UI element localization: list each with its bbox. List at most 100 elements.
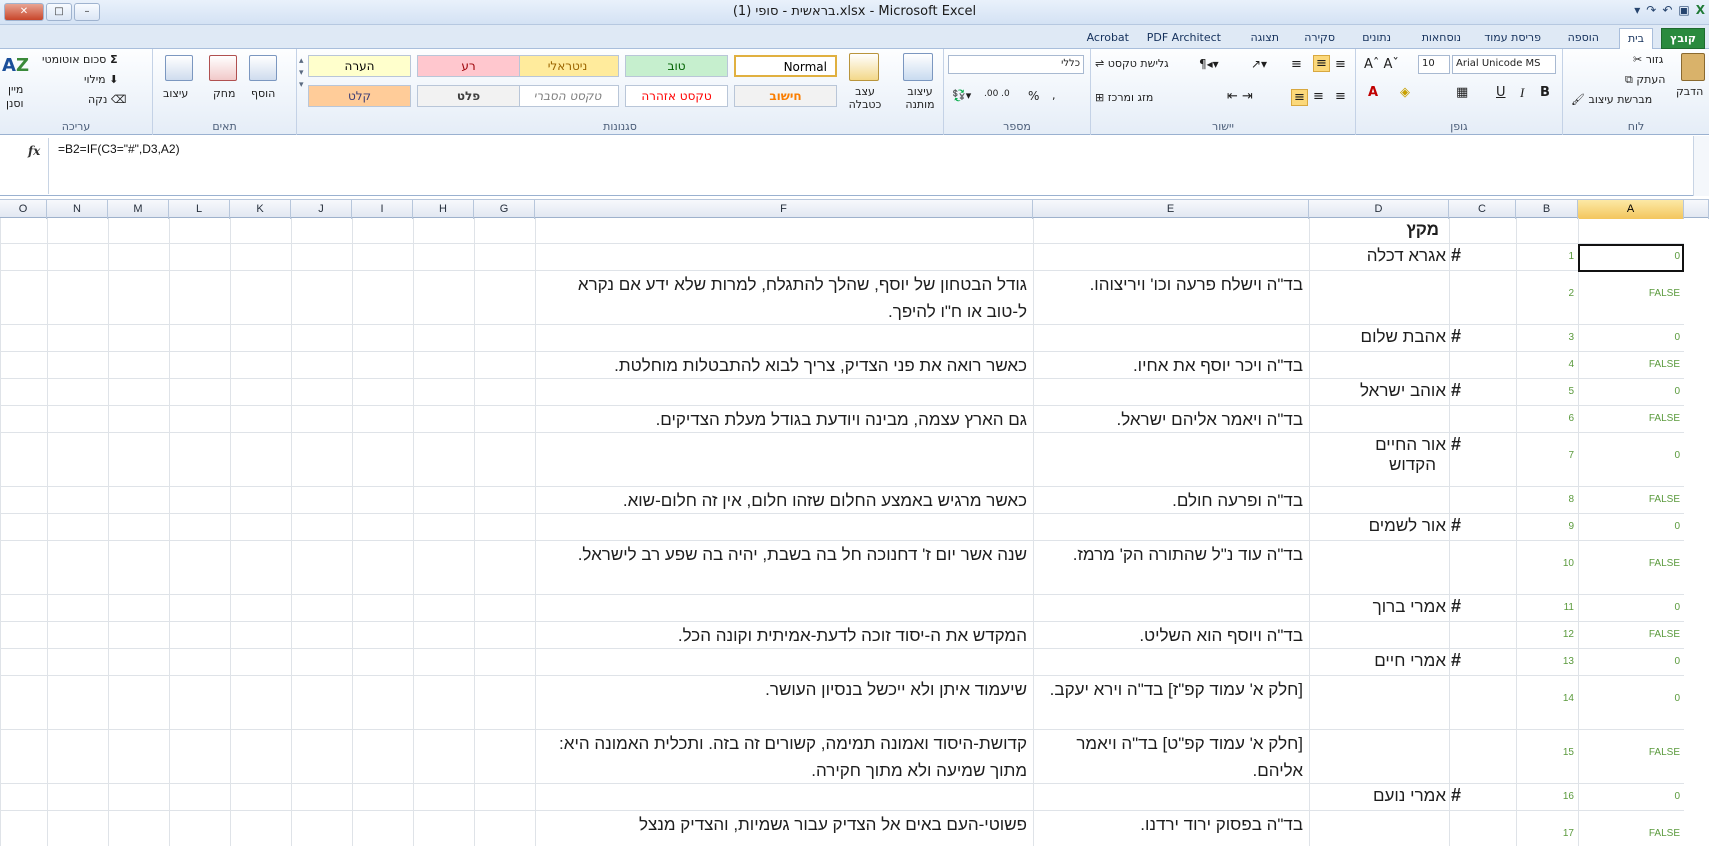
cell-style-7[interactable]: טקסט אזהרה xyxy=(625,85,728,107)
cell-style-5[interactable]: הערה xyxy=(308,55,411,77)
cell-d1[interactable]: מקץ xyxy=(1309,218,1449,243)
cell-c6[interactable]: # xyxy=(1449,379,1516,405)
cell-b11[interactable]: 10 xyxy=(1516,541,1578,594)
redo-icon[interactable]: ↷ xyxy=(1646,3,1656,17)
tab-view[interactable]: תצוגה xyxy=(1243,28,1287,49)
comma-icon[interactable]: , xyxy=(1052,89,1056,102)
wrap-text-button[interactable]: ⇌ גלישת טקסט xyxy=(1095,57,1169,70)
cell-a4[interactable]: 0 xyxy=(1578,325,1684,351)
cell-c4[interactable]: # xyxy=(1449,325,1516,351)
cell-a3[interactable]: FALSE xyxy=(1578,271,1684,324)
cell-b6[interactable]: 5 xyxy=(1516,379,1578,405)
cell-a9[interactable]: FALSE xyxy=(1578,487,1684,513)
format-as-table-button[interactable]: עצב כטבלה xyxy=(845,85,885,111)
cell-e3[interactable]: בד"ה וישלח פרעה וכו' ויריצוהו. xyxy=(1033,271,1309,324)
sort-filter-icon[interactable]: AZ xyxy=(2,55,29,76)
tab-home[interactable]: בית xyxy=(1618,28,1653,49)
align-left-icon[interactable]: ≡ xyxy=(1335,89,1346,104)
insert-button[interactable]: הוסף xyxy=(251,87,275,100)
percent-button[interactable]: % xyxy=(1028,89,1039,103)
cell-b2[interactable]: 1 xyxy=(1516,244,1578,270)
cell-b4[interactable]: 3 xyxy=(1516,325,1578,351)
align-right-icon[interactable]: ≡ xyxy=(1291,89,1308,106)
fill-button[interactable]: מילוי ⬇ xyxy=(84,73,118,86)
cut-button[interactable]: ✂ גזור xyxy=(1633,53,1663,66)
column-header-j[interactable]: J xyxy=(291,200,352,219)
delete-button[interactable]: מחק xyxy=(213,87,235,100)
column-header-m[interactable]: M xyxy=(108,200,169,219)
cell-c17[interactable]: # xyxy=(1449,784,1516,810)
cell-a17[interactable]: 0 xyxy=(1578,784,1684,810)
cell-b9[interactable]: 8 xyxy=(1516,487,1578,513)
cell-b10[interactable]: 9 xyxy=(1516,514,1578,540)
column-header-h[interactable]: H xyxy=(413,200,474,219)
column-header-b[interactable]: B xyxy=(1516,200,1578,219)
number-format-combo[interactable]: כללי xyxy=(948,55,1084,74)
cell-e7[interactable]: בד"ה ויאמר אליהם ישראל. xyxy=(1033,406,1309,432)
cell-a15[interactable]: 0 xyxy=(1578,676,1684,729)
copy-button[interactable]: ⧉ העתק xyxy=(1625,73,1665,87)
format-button[interactable]: עיצוב xyxy=(163,87,188,100)
cell-b16[interactable]: 15 xyxy=(1516,730,1578,783)
cell-b8[interactable]: 7 xyxy=(1516,433,1578,486)
column-header-n[interactable]: N xyxy=(47,200,108,219)
font-size-combo[interactable]: 10 xyxy=(1418,55,1450,74)
paste-button[interactable]: הדבק xyxy=(1676,85,1703,98)
cell-d4[interactable]: אהבת שלום xyxy=(1309,325,1449,351)
cell-style-1[interactable]: Normal xyxy=(734,55,837,77)
cell-a16[interactable]: FALSE xyxy=(1578,730,1684,783)
filter-button[interactable]: וסנן xyxy=(6,97,24,110)
align-bottom-icon[interactable]: ≡ xyxy=(1335,57,1346,72)
cell-f11[interactable]: שנה אשר יום ז' דחנוכה חל בה בשבת, יהיה ב… xyxy=(535,541,1033,594)
cell-f15[interactable]: שיעמוד איתן ולא ייכשל בנסיון העושר. xyxy=(535,676,1033,729)
column-header-g[interactable]: G xyxy=(474,200,535,219)
cell-a11[interactable]: FALSE xyxy=(1578,541,1684,594)
cell-d14[interactable]: אמרי חיים xyxy=(1309,649,1449,675)
tab-acrobat[interactable]: Acrobat xyxy=(1079,28,1137,49)
cell-b14[interactable]: 13 xyxy=(1516,649,1578,675)
cell-b5[interactable]: 4 xyxy=(1516,352,1578,378)
rtl-icon[interactable]: ¶◂▾ xyxy=(1199,57,1219,71)
cell-f13[interactable]: המקדש את ה-יסוד זוכה לדעת-אמיתית וקונה ה… xyxy=(535,622,1033,648)
fill-color-icon[interactable]: ◈ xyxy=(1400,85,1410,100)
tab-page-layout[interactable]: פריסת עמוד xyxy=(1476,28,1549,49)
autosum-button[interactable]: סכום אוטומטי Σ xyxy=(42,53,118,66)
worksheet-grid[interactable]: 1מקץ201#אגרא דכלה3FALSE2בד"ה וישלח פרעה … xyxy=(0,218,1684,846)
cell-f18[interactable]: פשוטי-העם באים אל הצדיק עבור גשמיות, והצ… xyxy=(535,811,1033,846)
cell-e18[interactable]: בד"ה בפסוק ירוד ירדנו. xyxy=(1033,811,1309,846)
cell-c14[interactable]: # xyxy=(1449,649,1516,675)
cell-d10[interactable]: אור לשמים xyxy=(1309,514,1449,540)
cell-c2[interactable]: # xyxy=(1449,244,1516,270)
gallery-scroll-icon[interactable]: ▴ ▾ ▾ xyxy=(299,55,304,91)
cell-d6[interactable]: אוהב ישראל xyxy=(1309,379,1449,405)
cell-b18[interactable]: 17 xyxy=(1516,811,1578,846)
cell-style-8[interactable]: טקסט הסברי xyxy=(516,85,619,107)
cell-a5[interactable]: FALSE xyxy=(1578,352,1684,378)
underline-button[interactable]: U xyxy=(1496,85,1506,100)
cell-style-6[interactable]: חישוב xyxy=(734,85,837,107)
cell-c10[interactable]: # xyxy=(1449,514,1516,540)
font-name-combo[interactable]: Arial Unicode MS xyxy=(1452,55,1556,74)
formula-input[interactable]: =B2=IF(C3="#",D3,A2) xyxy=(58,142,180,156)
cell-d12[interactable]: אמרי ברוך xyxy=(1309,595,1449,621)
merge-center-button[interactable]: ⊞ מזג ומרכז xyxy=(1095,91,1153,104)
indent-icons[interactable]: ⇤ ⇥ xyxy=(1227,89,1253,104)
tab-insert[interactable]: הוספה xyxy=(1560,28,1607,49)
font-grow-icon[interactable]: Aˆ Aˇ xyxy=(1364,57,1399,72)
orientation-icon[interactable]: ↗▾ xyxy=(1251,57,1267,71)
align-center-icon[interactable]: ≡ xyxy=(1313,89,1324,104)
cell-e9[interactable]: בד"ה ופרעה חולם. xyxy=(1033,487,1309,513)
cell-style-4[interactable]: רע xyxy=(417,55,520,77)
clear-button[interactable]: נקה ⌫ xyxy=(88,93,126,106)
tab-file[interactable]: קובץ xyxy=(1661,28,1705,49)
cell-e13[interactable]: בד"ה ויוסף הוא השליט. xyxy=(1033,622,1309,648)
accounting-icon[interactable]: 💱▾ xyxy=(952,89,971,102)
column-header-o[interactable]: O xyxy=(0,200,47,219)
cell-e11[interactable]: בד"ה עוד נ"ל שהתורה הק' מרמז. xyxy=(1033,541,1309,594)
tab-data[interactable]: נתונים xyxy=(1354,28,1399,49)
select-all-corner[interactable] xyxy=(1684,200,1709,219)
cell-style-9[interactable]: פלט xyxy=(417,85,520,107)
column-header-d[interactable]: D xyxy=(1309,200,1449,219)
insert-function-icon[interactable]: fx xyxy=(28,144,40,158)
paste-icon[interactable] xyxy=(1681,53,1705,81)
